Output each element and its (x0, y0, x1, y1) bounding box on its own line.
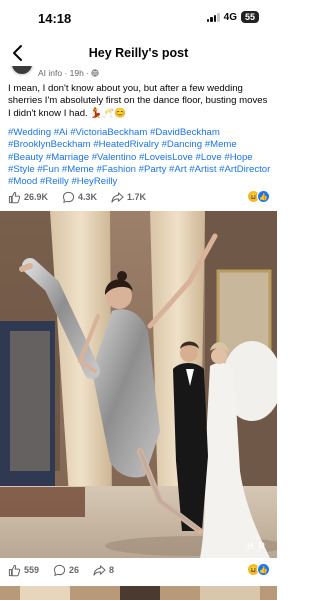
photo-illustration: H_R (0, 211, 277, 558)
network-type: 4G (223, 11, 237, 23)
like-button[interactable]: 26.9K (8, 191, 48, 204)
post-header: Hey Reilly's post (0, 40, 277, 68)
next-post-photo[interactable] (0, 586, 277, 600)
avatar[interactable] (10, 66, 34, 76)
reaction-summary[interactable]: 😆 👍 (247, 190, 270, 203)
share-count: 1.7K (127, 192, 147, 202)
status-indicators: 4G 55 (206, 11, 259, 23)
post-photo[interactable]: H_R (0, 211, 277, 558)
photo-comment-count: 26 (69, 565, 80, 575)
photo-like-button[interactable]: 559 (8, 564, 39, 577)
comment-button[interactable]: 4.3K (62, 191, 97, 204)
signal-icon (206, 12, 220, 22)
post-meta-text: AI info · 19h · (38, 68, 99, 78)
battery-icon: 55 (240, 11, 259, 23)
photo-share-button[interactable]: 8 (93, 564, 114, 577)
share-button[interactable]: 1.7K (111, 191, 146, 204)
share-arrow-icon (111, 191, 124, 203)
like-count: 26.9K (24, 192, 49, 202)
post-hashtags[interactable]: #Wedding #Ai #VictoriaBeckham #DavidBeck… (8, 127, 272, 188)
photo-share-count: 8 (109, 565, 115, 575)
like-reaction-icon: 👍 (257, 563, 270, 576)
next-photo-illustration (0, 586, 277, 600)
photo-action-row: 559 26 8 😆 👍 (8, 562, 270, 578)
comment-bubble-icon (53, 564, 66, 576)
globe-icon (91, 69, 99, 77)
thumbs-up-icon (8, 564, 21, 576)
photo-reaction-summary[interactable]: 😆 👍 (247, 563, 270, 576)
comment-count: 4.3K (78, 192, 98, 202)
post-meta: AI info · 19h · (8, 66, 270, 80)
post-text: I mean, I don't know about you, but afte… (8, 83, 268, 119)
status-time: 14:18 (38, 11, 72, 26)
share-arrow-icon (93, 564, 106, 576)
page-title: Hey Reilly's post (88, 46, 189, 60)
thumbs-up-icon (8, 191, 21, 203)
photo-comment-button[interactable]: 26 (53, 564, 79, 577)
status-bar: 14:18 4G 55 (0, 0, 277, 36)
photo-watermark: H_R (247, 541, 266, 551)
photo-like-count: 559 (24, 565, 40, 575)
comment-bubble-icon (62, 191, 75, 203)
post-action-row: 26.9K 4.3K 1.7K 😆 👍 (8, 189, 270, 205)
like-reaction-icon: 👍 (257, 190, 270, 203)
